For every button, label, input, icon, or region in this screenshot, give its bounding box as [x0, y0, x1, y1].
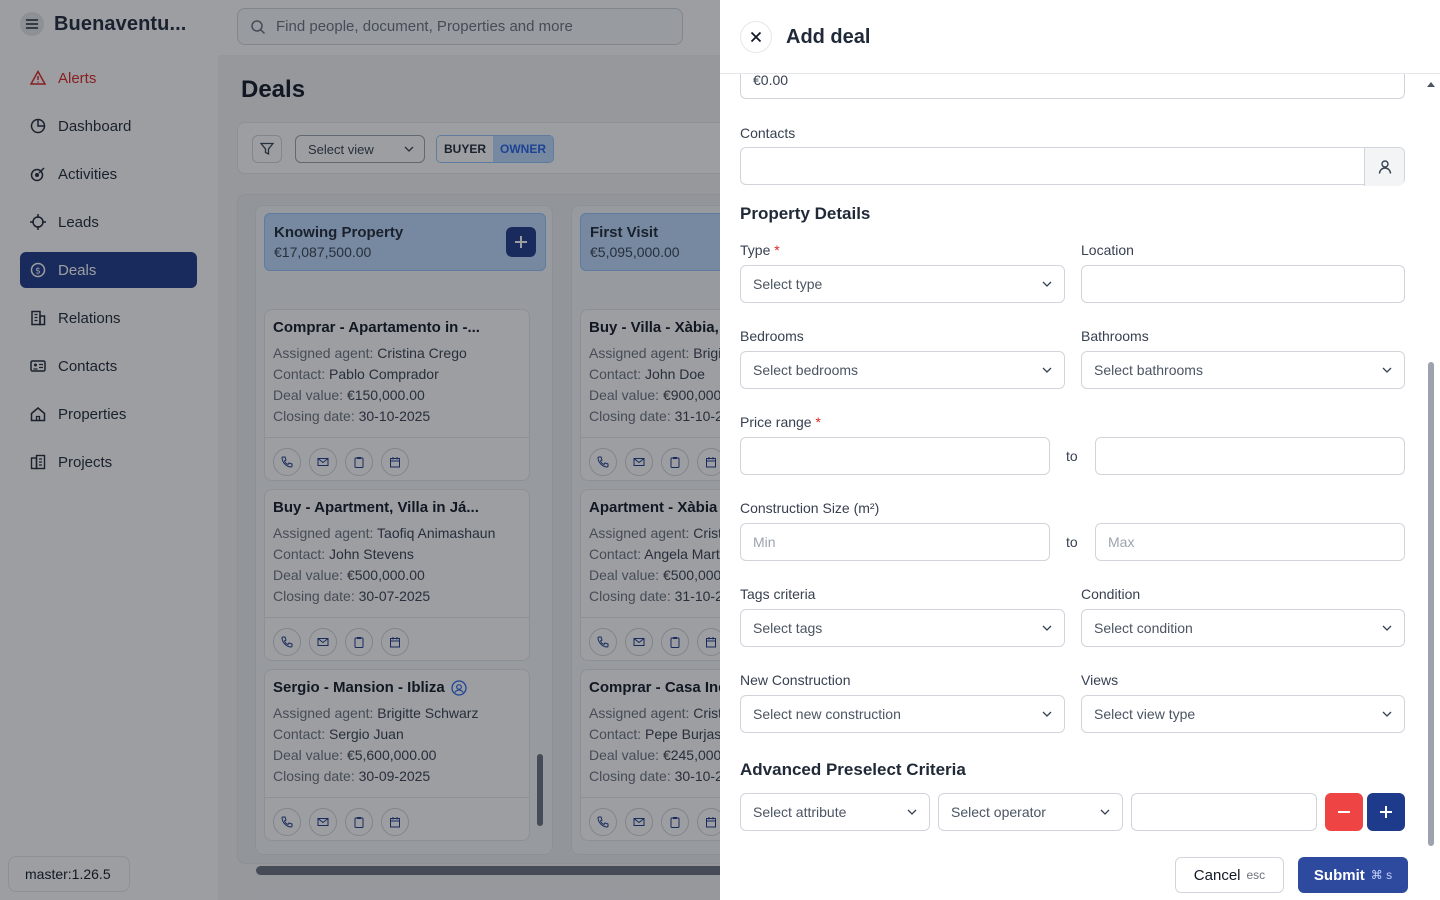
drawer-form: €0.00 Contacts Property Details Type * S…	[720, 74, 1440, 850]
location-input[interactable]	[1081, 265, 1405, 303]
construction-max-placeholder: Max	[1108, 534, 1135, 550]
contacts-label: Contacts	[740, 125, 796, 141]
required-mark: *	[774, 242, 780, 258]
attribute-select-value: Select attribute	[753, 804, 847, 820]
cancel-shortcut: esc	[1246, 868, 1266, 882]
scroll-up-arrow-icon	[1427, 82, 1435, 87]
chevron-down-icon	[1100, 809, 1110, 815]
bedrooms-select-value: Select bedrooms	[753, 362, 859, 378]
attribute-select[interactable]: Select attribute	[740, 793, 930, 831]
drawer-footer: Cancel esc Submit ⌘ s	[720, 850, 1440, 900]
new-construction-select[interactable]: Select new construction	[740, 695, 1065, 733]
views-select[interactable]: Select view type	[1081, 695, 1405, 733]
range-separator: to	[1066, 534, 1078, 550]
chevron-down-icon	[1042, 367, 1052, 373]
condition-select[interactable]: Select condition	[1081, 609, 1405, 647]
drawer-header: Add deal	[720, 0, 1440, 74]
new-construction-select-value: Select new construction	[753, 706, 901, 722]
deal-value-input[interactable]: €0.00	[740, 74, 1405, 99]
submit-label: Submit	[1313, 866, 1365, 884]
price-range-label-text: Price range	[740, 414, 812, 430]
chevron-down-icon	[1042, 711, 1052, 717]
construction-min-input[interactable]: Min	[740, 523, 1050, 561]
bedrooms-select[interactable]: Select bedrooms	[740, 351, 1065, 389]
views-select-value: Select view type	[1094, 706, 1196, 722]
construction-min-placeholder: Min	[753, 534, 776, 550]
type-label: Type *	[740, 242, 780, 258]
location-label: Location	[1081, 242, 1134, 258]
plus-icon	[1380, 806, 1392, 818]
tags-label: Tags criteria	[740, 586, 816, 602]
add-deal-drawer: Add deal €0.00 Contacts Property Details…	[720, 0, 1440, 900]
chevron-down-icon	[1382, 711, 1392, 717]
price-min-input[interactable]	[740, 437, 1050, 475]
type-select[interactable]: Select type	[740, 265, 1065, 303]
type-label-text: Type	[740, 242, 771, 258]
range-separator: to	[1066, 448, 1078, 464]
drawer-scroll-thumb[interactable]	[1428, 362, 1434, 846]
views-label: Views	[1081, 672, 1119, 688]
cancel-button[interactable]: Cancel esc	[1175, 857, 1284, 893]
minus-icon	[1338, 811, 1350, 813]
property-details-title: Property Details	[740, 204, 871, 223]
deal-value-input-value: €0.00	[753, 74, 789, 88]
bathrooms-label: Bathrooms	[1081, 328, 1149, 344]
chevron-down-icon	[1382, 367, 1392, 373]
operator-select[interactable]: Select operator	[938, 793, 1123, 831]
remove-criteria-button[interactable]	[1325, 793, 1363, 831]
drawer-title: Add deal	[786, 26, 871, 48]
chevron-down-icon	[1382, 625, 1392, 631]
construction-size-label: Construction Size (m²)	[740, 500, 880, 516]
chevron-down-icon	[1042, 281, 1052, 287]
contact-picker-button[interactable]	[1364, 148, 1404, 186]
close-drawer-button[interactable]	[740, 21, 772, 53]
submit-shortcut: ⌘ s	[1370, 868, 1393, 882]
condition-select-value: Select condition	[1094, 620, 1193, 636]
operator-select-value: Select operator	[951, 804, 1046, 820]
drawer-scrollbar[interactable]	[1426, 76, 1436, 848]
modal-backdrop[interactable]	[0, 0, 720, 900]
advanced-criteria-title: Advanced Preselect Criteria	[740, 760, 966, 779]
price-range-label: Price range *	[740, 414, 821, 430]
condition-label: Condition	[1081, 586, 1141, 602]
bedrooms-label: Bedrooms	[740, 328, 804, 344]
price-max-input[interactable]	[1095, 437, 1405, 475]
cancel-label: Cancel	[1193, 866, 1241, 884]
bathrooms-select[interactable]: Select bathrooms	[1081, 351, 1405, 389]
user-icon	[1378, 160, 1391, 174]
bathrooms-select-value: Select bathrooms	[1094, 362, 1203, 378]
type-select-value: Select type	[753, 276, 823, 292]
required-mark: *	[815, 414, 821, 430]
criteria-value-input[interactable]	[1131, 793, 1317, 831]
close-icon	[750, 31, 762, 43]
tags-select[interactable]: Select tags	[740, 609, 1065, 647]
submit-button[interactable]: Submit ⌘ s	[1298, 857, 1408, 893]
new-construction-label: New Construction	[740, 672, 851, 688]
chevron-down-icon	[907, 809, 917, 815]
tags-select-value: Select tags	[753, 620, 823, 636]
add-criteria-button[interactable]	[1367, 793, 1405, 831]
construction-max-input[interactable]: Max	[1095, 523, 1405, 561]
chevron-down-icon	[1042, 625, 1052, 631]
contacts-input[interactable]	[740, 147, 1405, 186]
